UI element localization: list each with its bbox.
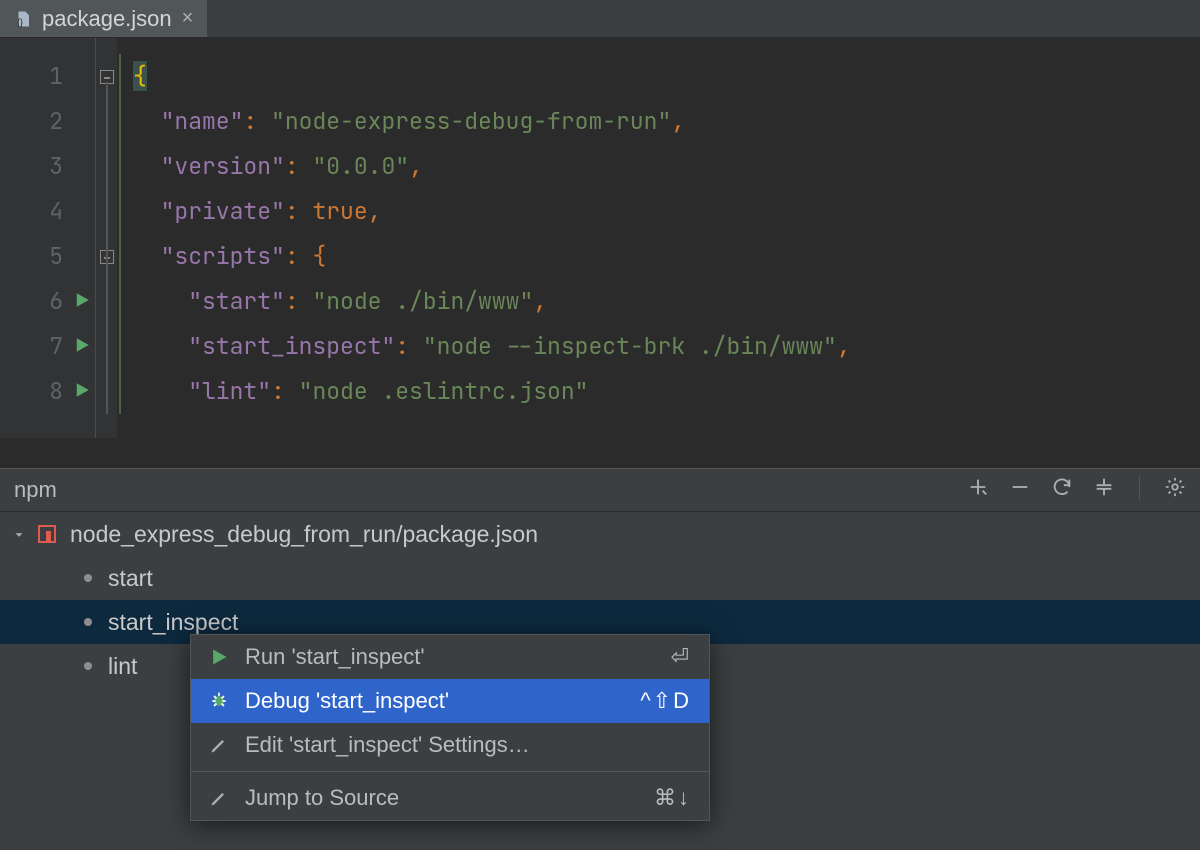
run-icon bbox=[209, 647, 229, 667]
refresh-icon[interactable] bbox=[1051, 476, 1073, 504]
menu-label: Run 'start_inspect' bbox=[245, 644, 425, 670]
script-name: lint bbox=[108, 644, 137, 688]
menu-shortcut: ⌘↓ bbox=[654, 785, 691, 811]
tree-root-label: node_express_debug_from_run/package.json bbox=[70, 512, 538, 556]
chevron-down-icon bbox=[12, 512, 26, 556]
debug-icon bbox=[209, 691, 229, 711]
line-number: 6 bbox=[37, 279, 63, 324]
line-number: 5 bbox=[37, 234, 63, 279]
tree-root-row[interactable]: node_express_debug_from_run/package.json bbox=[0, 512, 1200, 556]
fold-strip bbox=[95, 38, 117, 438]
tab-filename: package.json bbox=[42, 6, 172, 32]
code-editor[interactable]: 1 2 3 4 5 6 7 8 { "name": "node-express-… bbox=[0, 38, 1200, 438]
run-gutter-icon[interactable] bbox=[73, 324, 91, 369]
line-number: 8 bbox=[37, 369, 63, 414]
menu-shortcut: ^⇧D bbox=[640, 688, 691, 714]
line-number: 7 bbox=[37, 324, 63, 369]
edit-icon bbox=[209, 788, 229, 808]
menu-run[interactable]: Run 'start_inspect' ⏎ bbox=[191, 635, 709, 679]
menu-label: Edit 'start_inspect' Settings… bbox=[245, 732, 530, 758]
bullet-icon bbox=[84, 618, 92, 626]
toolbar-separator bbox=[1139, 476, 1140, 500]
line-number: 4 bbox=[37, 189, 63, 234]
panel-separator bbox=[0, 438, 1200, 468]
menu-edit-config[interactable]: Edit 'start_inspect' Settings… bbox=[191, 723, 709, 767]
line-number: 3 bbox=[37, 144, 63, 189]
gear-icon[interactable] bbox=[1164, 476, 1186, 504]
npm-panel-header: npm bbox=[0, 468, 1200, 512]
remove-icon[interactable] bbox=[1009, 476, 1031, 504]
tab-bar: {} package.json × bbox=[0, 0, 1200, 38]
menu-debug[interactable]: Debug 'start_inspect' ^⇧D bbox=[191, 679, 709, 723]
panel-title: npm bbox=[14, 477, 57, 503]
menu-divider bbox=[191, 771, 709, 772]
line-number: 2 bbox=[37, 99, 63, 144]
script-name: start bbox=[108, 556, 153, 600]
editor-gutter: 1 2 3 4 5 6 7 8 bbox=[0, 38, 95, 438]
add-icon[interactable] bbox=[967, 476, 989, 504]
code-area[interactable]: { "name": "node-express-debug-from-run",… bbox=[123, 38, 1200, 438]
menu-label: Jump to Source bbox=[245, 785, 399, 811]
panel-toolbar bbox=[967, 476, 1186, 504]
script-row[interactable]: start bbox=[0, 556, 1200, 600]
bullet-icon bbox=[84, 574, 92, 582]
edit-icon bbox=[209, 735, 229, 755]
line-number: 1 bbox=[37, 54, 63, 99]
collapse-icon[interactable] bbox=[1093, 476, 1115, 504]
run-gutter-icon[interactable] bbox=[73, 369, 91, 414]
json-file-icon: {} bbox=[14, 8, 32, 30]
file-tab[interactable]: {} package.json × bbox=[0, 0, 207, 37]
run-gutter-icon[interactable] bbox=[73, 279, 91, 324]
menu-shortcut: ⏎ bbox=[671, 644, 691, 670]
svg-text:{}: {} bbox=[17, 17, 23, 27]
context-menu: Run 'start_inspect' ⏎ Debug 'start_inspe… bbox=[190, 634, 710, 821]
bullet-icon bbox=[84, 662, 92, 670]
close-icon[interactable]: × bbox=[182, 7, 194, 30]
npm-icon bbox=[38, 525, 56, 543]
menu-jump-to-source[interactable]: Jump to Source ⌘↓ bbox=[191, 776, 709, 820]
menu-label: Debug 'start_inspect' bbox=[245, 688, 449, 714]
